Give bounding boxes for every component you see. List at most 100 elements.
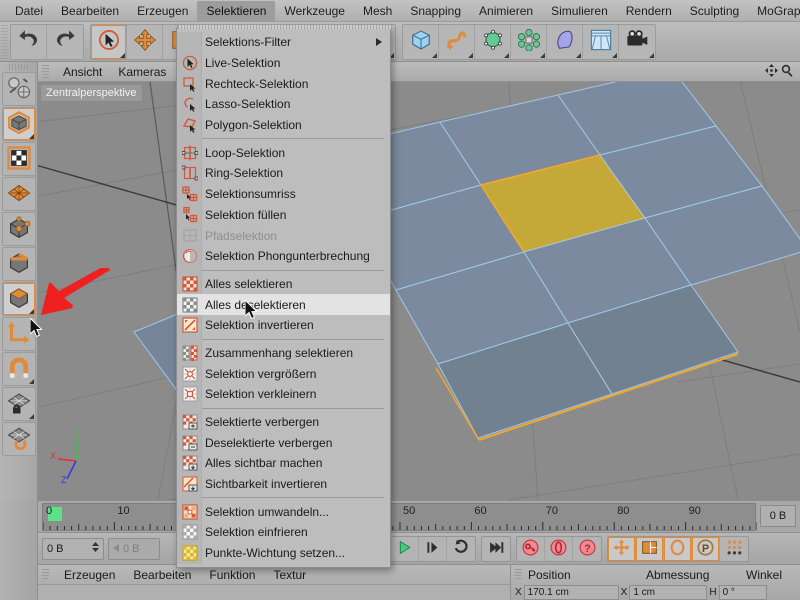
play-forward-button[interactable] <box>482 537 510 561</box>
menu-item-ring-selektion[interactable]: Ring-Selektion <box>177 163 390 184</box>
add-camera-button[interactable] <box>619 25 655 59</box>
polygon-grid-button[interactable] <box>2 177 36 211</box>
add-deformer-button[interactable] <box>547 25 583 59</box>
material-menu-erzeugen[interactable]: Erzeugen <box>55 567 124 583</box>
has-submenu-corner-icon[interactable] <box>612 53 617 58</box>
viewport-pan-icon[interactable] <box>764 63 779 81</box>
menubar-item-simulieren[interactable]: Simulieren <box>542 1 617 21</box>
has-submenu-corner-icon[interactable] <box>29 134 34 139</box>
viewport-zoom-icon[interactable] <box>781 63 796 81</box>
play-button[interactable] <box>391 537 419 561</box>
model-mode-button[interactable] <box>2 107 36 141</box>
menu-item-punkte-wichtung-setzen[interactable]: Punkte-Wichtung setzen... <box>177 543 390 564</box>
menu-item-alles-deselektieren[interactable]: Alles deselektieren <box>177 294 390 315</box>
material-drag-handle[interactable] <box>42 569 49 581</box>
undo-button[interactable] <box>11 25 47 59</box>
viewport-drag-handle[interactable] <box>42 65 49 78</box>
menu-item-sichtbarkeit-invertieren[interactable]: Sichtbarkeit invertieren <box>177 474 390 495</box>
menu-item-selektion-invertieren[interactable]: Selektion invertieren <box>177 315 390 336</box>
menu-item-selektion-umwandeln[interactable]: Selektion umwandeln... <box>177 501 390 522</box>
magnet-button[interactable] <box>2 352 36 386</box>
menubar-item-mesh[interactable]: Mesh <box>354 1 401 21</box>
has-submenu-corner-icon[interactable] <box>432 53 437 58</box>
dropdown-tear-off-handle[interactable] <box>177 24 392 29</box>
menu-item-zusammenhang-selektieren[interactable]: Zusammenhang selektieren <box>177 343 390 364</box>
menu-item-selektions-filter[interactable]: Selektions-Filter <box>177 32 390 53</box>
coordinates-position-x-field[interactable]: 170.1 cm <box>524 585 619 600</box>
menubar-item-bearbeiten[interactable]: Bearbeiten <box>52 1 128 21</box>
viewport[interactable]: Y X Z Ansicht Kameras <box>38 62 800 500</box>
coordinates-size-x-field[interactable]: 1 cm <box>629 585 707 600</box>
submenu-arrow-icon[interactable] <box>376 38 382 46</box>
record-param-button[interactable]: P <box>692 537 720 561</box>
timeline-ruler[interactable]: 0102030405060708090100 <box>42 503 756 531</box>
toolbar-drag-handle[interactable] <box>1 25 8 59</box>
has-submenu-corner-icon[interactable] <box>576 53 581 58</box>
frame-stepper-icon[interactable] <box>92 541 99 556</box>
record-rotation-button[interactable] <box>664 537 692 561</box>
add-spline-button[interactable] <box>439 25 475 59</box>
add-cube-button[interactable] <box>403 25 439 59</box>
menubar-item-werkzeuge[interactable]: Werkzeuge <box>275 1 353 21</box>
menu-item-selektion-einfrieren[interactable]: Selektion einfrieren <box>177 522 390 543</box>
edges-mode-button[interactable] <box>2 247 36 281</box>
has-submenu-corner-icon[interactable] <box>120 53 125 58</box>
menubar-item-datei[interactable]: Datei <box>6 1 52 21</box>
viewport-3d-scene[interactable] <box>38 82 800 500</box>
menubar-item-mograph[interactable]: MoGraph <box>748 1 800 21</box>
viewport-menu-kameras[interactable]: Kameras <box>110 63 174 81</box>
menubar-item-selektieren[interactable]: Selektieren <box>197 1 275 21</box>
workplane-button[interactable] <box>2 422 36 456</box>
menu-item-selektion-verkleinern[interactable]: Selektion verkleinern <box>177 384 390 405</box>
menu-item-alles-selektieren[interactable]: Alles selektieren <box>177 274 390 295</box>
menu-item-selektion-f-llen[interactable]: Selektion füllen <box>177 205 390 226</box>
undo-view-button[interactable] <box>2 72 36 106</box>
menubar-item-erzeugen[interactable]: Erzeugen <box>128 1 197 21</box>
menu-item-polygon-selektion[interactable]: Polygon-Selektion <box>177 115 390 136</box>
add-environment-button[interactable] <box>583 25 619 59</box>
menu-item-loop-selektion[interactable]: Loop-Selektion <box>177 142 390 163</box>
pla-button[interactable] <box>720 537 748 561</box>
menu-item-alles-sichtbar-machen[interactable]: Alles sichtbar machen <box>177 453 390 474</box>
menubar-item-animieren[interactable]: Animieren <box>470 1 542 21</box>
selektieren-dropdown-menu[interactable]: Selektions-FilterLive-SelektionRechteck-… <box>176 28 391 568</box>
material-menu-textur[interactable]: Textur <box>264 567 315 583</box>
menubar-item-sculpting[interactable]: Sculpting <box>681 1 748 21</box>
add-array-button[interactable] <box>511 25 547 59</box>
menu-item-lasso-selektion[interactable]: Lasso-Selektion <box>177 94 390 115</box>
timeline[interactable]: 0102030405060708090100 0 B <box>38 500 800 532</box>
record-key-button[interactable] <box>517 537 545 561</box>
has-submenu-corner-icon[interactable] <box>29 309 34 314</box>
menu-item-selektion-phongunterbrechung[interactable]: Selektion Phongunterbrechung <box>177 246 390 267</box>
has-submenu-corner-icon[interactable] <box>649 53 654 58</box>
has-submenu-corner-icon[interactable] <box>504 53 509 58</box>
menu-item-live-selektion[interactable]: Live-Selektion <box>177 53 390 74</box>
add-nurbs-button[interactable] <box>475 25 511 59</box>
move-button[interactable] <box>127 25 163 59</box>
viewport-menu-ansicht[interactable]: Ansicht <box>55 63 110 81</box>
viewport-canvas[interactable] <box>38 82 800 500</box>
secondary-frame-field[interactable]: 0 B <box>108 538 160 560</box>
material-menu-funktion[interactable]: Funktion <box>200 567 264 583</box>
keyframe-help-button[interactable]: ? <box>573 537 601 561</box>
redo-button[interactable] <box>47 25 83 59</box>
has-submenu-corner-icon[interactable] <box>468 53 473 58</box>
record-position-button[interactable] <box>608 537 636 561</box>
record-scale-button[interactable] <box>636 537 664 561</box>
coordinates-angle-h-field[interactable]: 0 ° <box>719 585 767 600</box>
material-menu-bearbeiten[interactable]: Bearbeiten <box>124 567 200 583</box>
step-forward-button[interactable] <box>419 537 447 561</box>
left-toolbar-drag-handle[interactable] <box>9 64 29 70</box>
menubar-item-rendern[interactable]: Rendern <box>617 1 681 21</box>
goto-end-button[interactable] <box>447 537 475 561</box>
has-submenu-corner-icon[interactable] <box>29 414 34 419</box>
menu-item-deselektierte-verbergen[interactable]: Deselektierte verbergen <box>177 432 390 453</box>
current-frame-field[interactable]: 0 B <box>42 538 104 560</box>
material-list[interactable] <box>38 584 510 600</box>
menubar-item-snapping[interactable]: Snapping <box>401 1 470 21</box>
texture-mode-button[interactable] <box>2 142 36 176</box>
menu-item-rechteck-selektion[interactable]: Rechteck-Selektion <box>177 73 390 94</box>
has-submenu-corner-icon[interactable] <box>540 53 545 58</box>
menu-item-selektierte-verbergen[interactable]: Selektierte verbergen <box>177 412 390 433</box>
menu-item-selektion-vergr-ern[interactable]: Selektion vergrößern <box>177 363 390 384</box>
